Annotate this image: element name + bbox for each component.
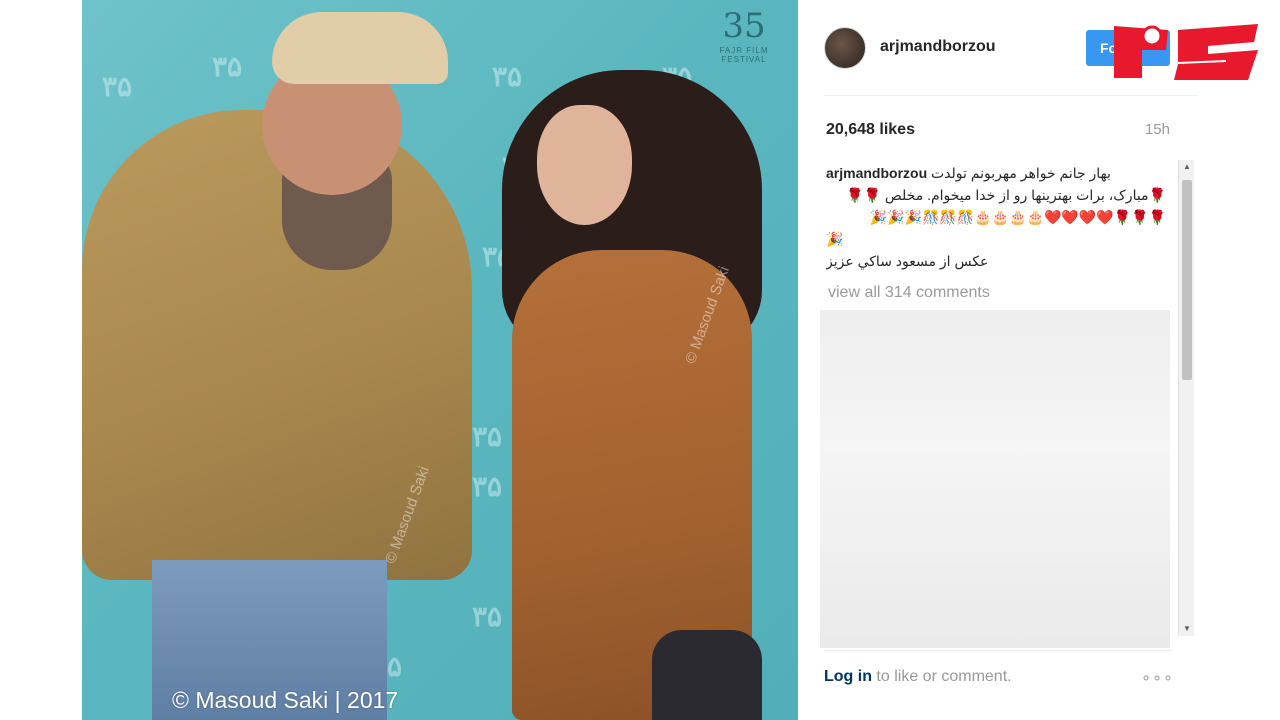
backdrop-pattern: ۳۵ bbox=[472, 470, 503, 503]
login-link[interactable]: Log in bbox=[824, 668, 872, 685]
backdrop-pattern: ۳۵ bbox=[492, 60, 523, 93]
divider bbox=[824, 650, 1172, 651]
comments-scrollbar[interactable]: ▲ ▼ bbox=[1178, 160, 1194, 636]
caption-line: عکس از مسعود ساکي عزيز bbox=[826, 253, 989, 269]
festival-logo: 35 FAJR FILM FESTIVAL bbox=[698, 6, 790, 64]
backdrop-pattern: ۳۵ bbox=[472, 420, 503, 453]
caption-line: 🎉 bbox=[826, 231, 844, 247]
brand-logo-icon bbox=[1114, 24, 1258, 80]
view-all-comments-link[interactable]: view all 314 comments bbox=[828, 284, 990, 302]
scroll-down-arrow-icon[interactable]: ▼ bbox=[1179, 622, 1195, 636]
more-options-icon[interactable]: ∘∘∘ bbox=[1141, 668, 1174, 688]
backdrop-pattern: ۳۵ bbox=[102, 70, 133, 103]
login-prompt: to like or comment. bbox=[871, 668, 1012, 685]
blurred-comments bbox=[820, 310, 1170, 648]
man-cap bbox=[272, 12, 448, 84]
post-photo: ۳۵ ۳۵ ۳۵ ۳۵ ۳۵ ۳۵ ۳۵ ۳۵ ۳۵ ۳۵ ۳۵ 35 FAJR… bbox=[82, 0, 798, 720]
photo-watermark: © Masoud Saki | 2017 bbox=[172, 687, 399, 713]
likes-row: 20,648 likes 15h bbox=[824, 118, 1172, 142]
woman-handbag bbox=[652, 630, 762, 720]
caption-line: 🌹🌹🌹❤️❤️❤️❤️🎂🎂🎂🎂🎊🎊🎊🎉🎉🎉 bbox=[869, 209, 1166, 225]
festival-name: FAJR FILM FESTIVAL bbox=[719, 46, 769, 64]
login-row: Log in to like or comment. ∘∘∘ bbox=[824, 668, 1174, 692]
backdrop-pattern: ۳۵ bbox=[212, 50, 243, 83]
post-time[interactable]: 15h bbox=[1145, 121, 1170, 138]
avatar[interactable] bbox=[824, 27, 866, 69]
brand-logo bbox=[1108, 20, 1268, 84]
woman-face bbox=[537, 105, 632, 225]
post-panel: arjmandborzou Fo 20,648 likes 15h arjman… bbox=[798, 0, 1200, 720]
comments-section: arjmandborzou بهار جانم خواهر مهربونم تو… bbox=[820, 158, 1194, 648]
scroll-up-arrow-icon[interactable]: ▲ bbox=[1179, 160, 1195, 174]
caption-username[interactable]: arjmandborzou bbox=[826, 165, 927, 181]
caption: arjmandborzou بهار جانم خواهر مهربونم تو… bbox=[826, 162, 1166, 272]
caption-line: بهار جانم خواهر مهربونم تولدت bbox=[931, 165, 1111, 181]
caption-line: 🌹مبارک، برات بهترینها رو از خدا میخوام. … bbox=[846, 187, 1166, 203]
username-link[interactable]: arjmandborzou bbox=[880, 38, 996, 56]
backdrop-pattern: ۳۵ bbox=[472, 600, 503, 633]
likes-count[interactable]: 20,648 likes bbox=[826, 121, 915, 139]
festival-number: 35 bbox=[722, 6, 766, 46]
scroll-thumb[interactable] bbox=[1182, 180, 1192, 380]
